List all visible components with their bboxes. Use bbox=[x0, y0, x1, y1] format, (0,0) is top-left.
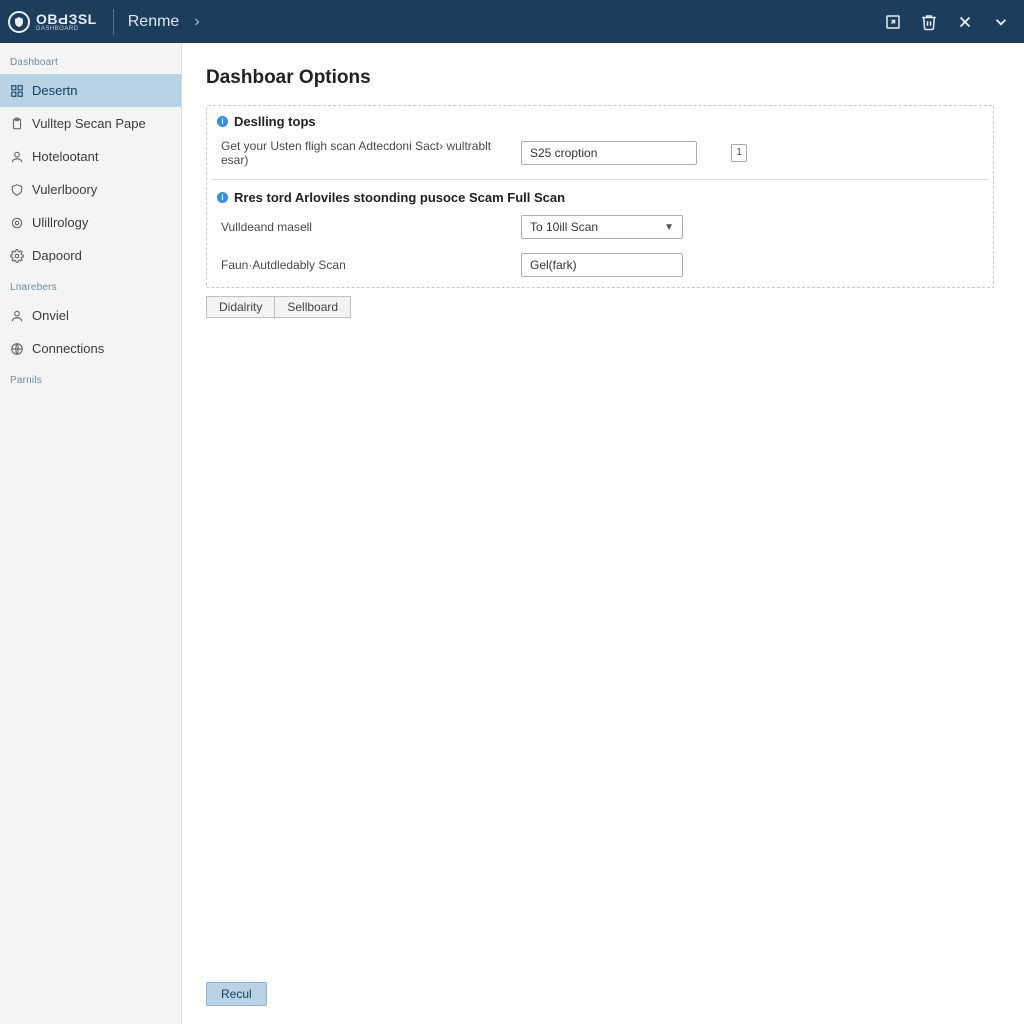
brand-name: ОВԀЗSL bbox=[36, 12, 97, 26]
options-panel: i Deslling tops Get your Usten fligh sca… bbox=[206, 105, 994, 288]
page-title: Dashboar Options bbox=[206, 67, 994, 89]
field-label: Faun·Autdledably Scan bbox=[221, 258, 521, 272]
sidebar-item-label: Hotelootant bbox=[32, 149, 99, 164]
sidebar-item-connections[interactable]: Connections bbox=[0, 332, 181, 365]
chevron-right-icon bbox=[191, 16, 203, 28]
topbar-actions bbox=[884, 13, 1016, 31]
didalrity-button[interactable]: Didalrity bbox=[206, 296, 275, 318]
trash-icon[interactable] bbox=[920, 13, 938, 31]
sidebar-item-hotelootant[interactable]: Hotelootant bbox=[0, 140, 181, 173]
sidebar-item-label: Vulerlboory bbox=[32, 182, 97, 197]
chevron-down-icon[interactable] bbox=[992, 13, 1010, 31]
close-icon[interactable] bbox=[956, 13, 974, 31]
auto-scan-input[interactable] bbox=[521, 253, 683, 277]
section-title-2: i Rres tord Arloviles stoonding pusoce S… bbox=[207, 182, 993, 211]
content-area: Dashboar Options i Deslling tops Get you… bbox=[182, 43, 1024, 1024]
panel-actions: Didalrity Sellboard bbox=[206, 296, 994, 318]
scan-type-select[interactable]: To 10ill Scan ▼ bbox=[521, 215, 683, 239]
brand-block: ОВԀЗSL DASHBOARD bbox=[8, 11, 97, 33]
info-icon: i bbox=[217, 116, 228, 127]
section-title-text: Deslling tops bbox=[234, 114, 316, 129]
brand-subtitle: DASHBOARD bbox=[36, 26, 97, 32]
sidebar-item-ulillrology[interactable]: Ulillrology bbox=[0, 206, 181, 239]
section-title-text: Rres tord Arloviles stoonding pusoce Sca… bbox=[234, 190, 565, 205]
target-icon bbox=[10, 216, 24, 230]
shield-icon bbox=[10, 183, 24, 197]
user-icon bbox=[10, 150, 24, 164]
form-row: Vulldeand masell To 10ill Scan ▼ bbox=[207, 211, 993, 249]
top-bar: ОВԀЗSL DASHBOARD Renme bbox=[0, 0, 1024, 43]
count-badge[interactable]: 1 bbox=[731, 144, 747, 162]
form-row: Faun·Autdledably Scan bbox=[207, 249, 993, 287]
sidebar-item-desertn[interactable]: Desertn bbox=[0, 74, 181, 107]
breadcrumb[interactable]: Renme bbox=[128, 13, 180, 31]
brand-logo-icon bbox=[8, 11, 30, 33]
sidebar-item-vulerboory[interactable]: Vulerlboory bbox=[0, 173, 181, 206]
gear-icon bbox=[10, 249, 24, 263]
sidebar-item-label: Onviel bbox=[32, 308, 69, 323]
section-title-1: i Deslling tops bbox=[207, 106, 993, 135]
sidebar-item-onviel[interactable]: Onviel bbox=[0, 299, 181, 332]
export-icon[interactable] bbox=[884, 13, 902, 31]
recul-button[interactable]: Recul bbox=[206, 982, 267, 1006]
sidebar-item-label: Connections bbox=[32, 341, 104, 356]
sidebar-item-label: Dapoord bbox=[32, 248, 82, 263]
person-icon bbox=[10, 309, 24, 323]
sidebar-item-dapoord[interactable]: Dapoord bbox=[0, 239, 181, 272]
dashboard-icon bbox=[10, 84, 24, 98]
topbar-divider bbox=[113, 9, 114, 35]
sellboard-button[interactable]: Sellboard bbox=[275, 296, 351, 318]
section-divider bbox=[211, 179, 989, 180]
sidebar-item-label: Vulltep Secan Pape bbox=[32, 116, 146, 131]
sidebar-group-label: Parnils bbox=[0, 371, 181, 392]
form-row: Get your Usten fligh scan Adtecdoni Sact… bbox=[207, 135, 993, 177]
caret-down-icon: ▼ bbox=[664, 222, 674, 233]
field-label: Vulldeand masell bbox=[221, 220, 521, 234]
scan-name-input[interactable] bbox=[521, 141, 697, 165]
globe-icon bbox=[10, 342, 24, 356]
sidebar-group-label: Lnarebers bbox=[0, 278, 181, 299]
sidebar-item-label: Ulillrology bbox=[32, 215, 88, 230]
select-value: To 10ill Scan bbox=[530, 220, 598, 234]
sidebar-group-label: Dashboart bbox=[0, 53, 181, 74]
field-label: Get your Usten fligh scan Adtecdoni Sact… bbox=[221, 139, 521, 167]
sidebar-item-vulltep[interactable]: Vulltep Secan Pape bbox=[0, 107, 181, 140]
info-icon: i bbox=[217, 192, 228, 203]
clipboard-icon bbox=[10, 117, 24, 131]
sidebar-item-label: Desertn bbox=[32, 83, 78, 98]
sidebar: Dashboart Desertn Vulltep Secan Pape Hot… bbox=[0, 43, 182, 1024]
